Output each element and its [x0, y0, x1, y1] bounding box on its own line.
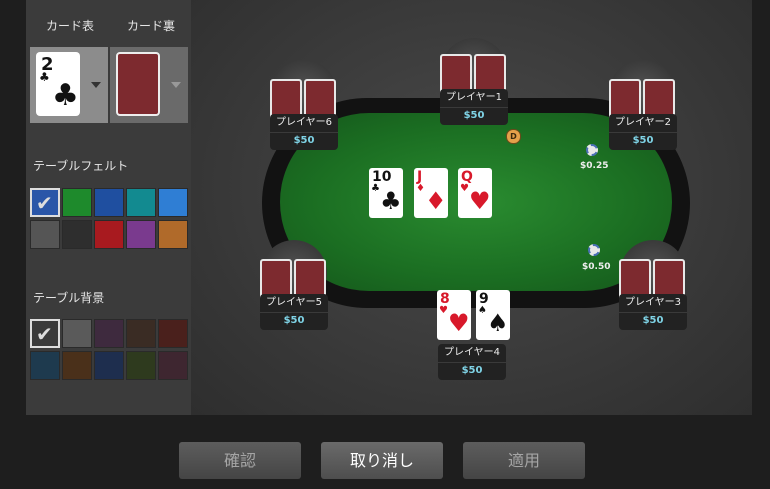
player-name: プレイヤー3: [619, 294, 687, 313]
felt-swatch[interactable]: [62, 220, 92, 249]
player-name: プレイヤー6: [270, 114, 338, 133]
dealer-button: D: [506, 129, 521, 144]
player-name: プレイヤー5: [260, 294, 328, 313]
chip-icon: [588, 244, 600, 256]
background-swatch[interactable]: [158, 351, 188, 380]
hero-card-1: 8 ♥ ♥: [437, 290, 471, 340]
spade-icon: ♠: [478, 305, 487, 316]
player-stack: $50: [283, 315, 305, 326]
card-front-preview: 2 ♣ ♣: [36, 52, 80, 116]
club-icon: ♣: [39, 70, 50, 84]
club-icon: ♣: [371, 183, 380, 194]
background-swatch[interactable]: [94, 351, 124, 380]
community-card-1: 10 ♣ ♣: [369, 168, 403, 218]
heart-icon: ♥: [439, 305, 448, 316]
background-swatch[interactable]: ✔: [30, 319, 60, 348]
background-swatch[interactable]: [62, 319, 92, 348]
background-swatch[interactable]: [126, 351, 156, 380]
table-felt-label: テーブルフェルト: [33, 159, 129, 173]
felt-swatch[interactable]: [158, 188, 188, 217]
heart-icon: ♥: [460, 183, 469, 194]
spade-icon: ♠: [487, 309, 509, 337]
player-stack: $50: [632, 135, 654, 146]
card-back-preview: [116, 52, 160, 116]
checkmark-icon: ✔: [36, 322, 53, 346]
player-name: プレイヤー4: [438, 344, 506, 363]
background-swatch[interactable]: [62, 351, 92, 380]
heart-icon: ♥: [469, 187, 491, 215]
player-stack: $50: [293, 135, 315, 146]
cancel-button[interactable]: 取り消し: [321, 442, 443, 479]
chevron-down-icon[interactable]: [171, 82, 181, 88]
hero-card-2: 9 ♠ ♠: [476, 290, 510, 340]
player-nameplate: プレイヤー5 $50: [260, 294, 328, 330]
felt-swatch[interactable]: [30, 220, 60, 249]
player-nameplate: プレイヤー2 $50: [609, 114, 677, 150]
community-card-3: Q ♥ ♥: [458, 168, 492, 218]
felt-swatch[interactable]: [94, 220, 124, 249]
card-front-selector[interactable]: 2 ♣ ♣: [30, 47, 108, 123]
table-background-label: テーブル背景: [33, 291, 105, 305]
player-nameplate: プレイヤー3 $50: [619, 294, 687, 330]
felt-swatch[interactable]: [126, 220, 156, 249]
player-stack: $50: [463, 110, 485, 121]
confirm-button[interactable]: 確認: [179, 442, 301, 479]
bet-amount: $0.50: [582, 262, 611, 272]
background-swatch[interactable]: [94, 319, 124, 348]
community-card-2: J ♦ ♦: [414, 168, 448, 218]
diamond-icon: ♦: [425, 187, 447, 215]
player-name: プレイヤー1: [440, 89, 508, 108]
player-stack: $50: [461, 365, 483, 376]
felt-swatch[interactable]: [158, 220, 188, 249]
club-icon: ♣: [380, 187, 402, 215]
chip-icon: [586, 144, 598, 156]
felt-swatch[interactable]: ✔: [30, 188, 60, 217]
checkmark-icon: ✔: [36, 191, 53, 215]
player-nameplate: プレイヤー6 $50: [270, 114, 338, 150]
felt-swatch[interactable]: [126, 188, 156, 217]
player-nameplate: プレイヤー4 $50: [438, 344, 506, 380]
apply-button[interactable]: 適用: [463, 442, 585, 479]
diamond-icon: ♦: [416, 183, 425, 194]
background-swatch[interactable]: [158, 319, 188, 348]
bet-amount: $0.25: [580, 161, 609, 171]
card-front-label: カード表: [46, 19, 95, 33]
card-back-label: カード裏: [127, 19, 176, 33]
chevron-down-icon[interactable]: [91, 82, 101, 88]
player-nameplate: プレイヤー1 $50: [440, 89, 508, 125]
settings-sidebar: カード表 カード裏 2 ♣ ♣ テーブルフェルト ✔ テーブル背景 ✔: [26, 0, 191, 415]
player-stack: $50: [642, 315, 664, 326]
club-icon: ♣: [52, 78, 79, 113]
felt-swatch[interactable]: [94, 188, 124, 217]
player-name: プレイヤー2: [609, 114, 677, 133]
background-swatch[interactable]: [30, 351, 60, 380]
heart-icon: ♥: [448, 309, 470, 337]
card-back-selector[interactable]: [110, 47, 188, 123]
background-swatch[interactable]: [126, 319, 156, 348]
felt-swatch[interactable]: [62, 188, 92, 217]
